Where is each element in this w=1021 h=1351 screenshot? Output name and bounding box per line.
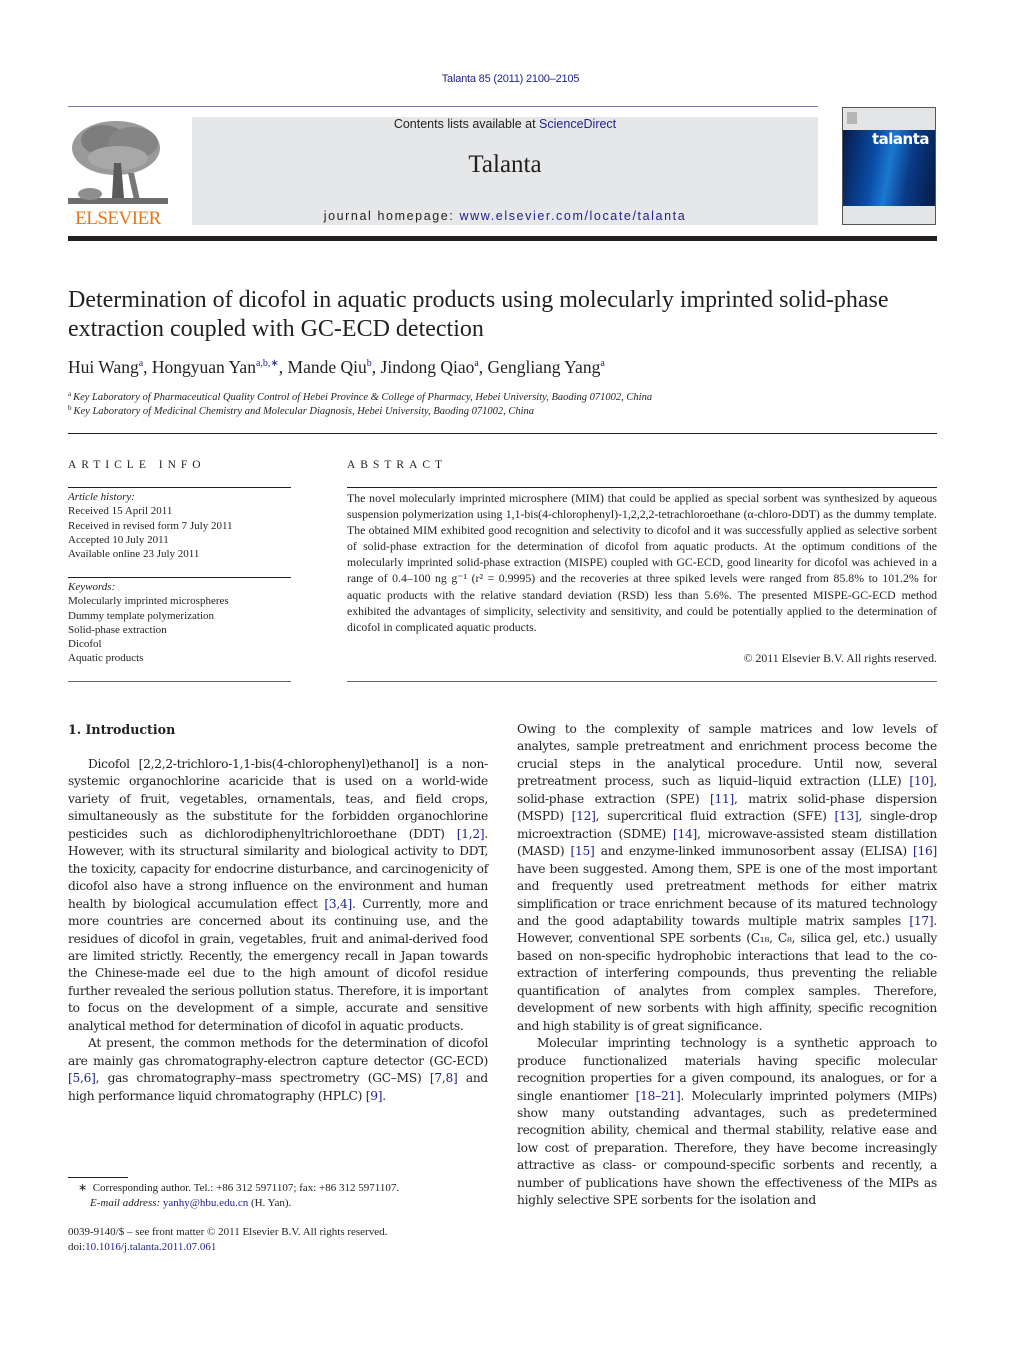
- section-heading: 1. Introduction: [68, 722, 176, 737]
- journal-name: Talanta: [468, 151, 542, 178]
- doi-link[interactable]: 10.1016/j.talanta.2011.07.061: [85, 1241, 216, 1253]
- article-history: Article history: Received 15 April 2011 …: [68, 490, 291, 561]
- corresponding-text: Corresponding author. Tel.: +86 312 5971…: [92, 1182, 400, 1194]
- citation-link[interactable]: [17]: [909, 914, 933, 928]
- issn-line: 0039-9140/$ – see front matter © 2011 El…: [68, 1226, 388, 1238]
- keywords-label: Keywords:: [68, 581, 116, 593]
- header-rule: [68, 106, 818, 107]
- author[interactable]: Hui Wanga,: [68, 357, 152, 377]
- paragraph: At present, the common methods for the d…: [68, 1035, 488, 1105]
- email-label: E-mail address:: [90, 1196, 161, 1209]
- paragraph-text: .: [382, 1088, 386, 1103]
- left-column: Dicofol [2,2,2-trichloro-1,1-bis(4-chlor…: [68, 756, 488, 1105]
- paragraph-text: . However, conventional SPE sorbents (C₁…: [517, 913, 937, 1033]
- paragraph-text: . Currently, more and more countries are…: [68, 896, 489, 1033]
- header-thick-rule: [68, 236, 937, 241]
- paragraph: Owing to the complexity of sample matric…: [517, 721, 937, 1035]
- divider: [347, 487, 937, 488]
- journal-cover[interactable]: talanta: [842, 107, 936, 225]
- keyword: Solid-phase extraction: [68, 623, 167, 636]
- abstract-heading: ABSTRACT: [347, 459, 448, 471]
- contents-line: Contents lists available at ScienceDirec…: [192, 117, 818, 131]
- author-list: Hui Wanga, Hongyuan Yana,b,∗, Mande Qiub…: [68, 357, 928, 378]
- citation-link[interactable]: [9]: [366, 1089, 383, 1103]
- cover-title: talanta: [871, 130, 930, 148]
- keyword: Dicofol: [68, 638, 102, 651]
- journal-homepage: journal homepage: www.elsevier.com/locat…: [192, 209, 818, 223]
- paragraph: Molecular imprinting technology is a syn…: [517, 1035, 937, 1210]
- email-suffix: (H. Yan).: [248, 1196, 292, 1209]
- email-link[interactable]: yanhy@hbu.edu.cn: [163, 1197, 248, 1209]
- author[interactable]: Gengliang Yanga: [488, 357, 605, 377]
- homepage-prefix: journal homepage:: [323, 209, 460, 223]
- right-column: Owing to the complexity of sample matric…: [517, 721, 937, 1210]
- publisher-name: ELSEVIER: [75, 208, 161, 229]
- keyword: Dummy template polymerization: [68, 609, 215, 622]
- divider: [68, 433, 937, 434]
- citation-link[interactable]: [1,2]: [457, 827, 485, 841]
- citation-link[interactable]: [14]: [673, 827, 697, 841]
- paragraph-text: and enzyme-linked immunosorbent assay (E…: [594, 844, 913, 859]
- doi-line: doi:10.1016/j.talanta.2011.07.061: [68, 1240, 508, 1255]
- author[interactable]: Hongyuan Yana,b,∗,: [152, 357, 288, 377]
- sciencedirect-link[interactable]: ScienceDirect: [539, 117, 616, 131]
- abstract-text: The novel molecularly imprinted microsph…: [347, 491, 937, 634]
- paragraph-text: Owing to the complexity of sample matric…: [517, 722, 937, 789]
- citation-link[interactable]: [10]: [909, 774, 933, 788]
- author[interactable]: Mande Qiub,: [288, 357, 381, 377]
- publisher-logo[interactable]: ELSEVIER: [68, 118, 168, 230]
- paragraph-text: . Molecularly imprinted polymers (MIPs) …: [517, 1088, 937, 1208]
- citation-link[interactable]: [12]: [572, 809, 596, 823]
- affiliation-b: b Key Laboratory of Medicinal Chemistry a…: [68, 404, 534, 417]
- paragraph: Dicofol [2,2,2-trichloro-1,1-bis(4-chlor…: [68, 756, 488, 1035]
- citation-link[interactable]: [16]: [913, 844, 937, 858]
- history-item: Received in revised form 7 July 2011: [68, 519, 233, 532]
- divider: [347, 681, 937, 682]
- paragraph-text: At present, the common methods for the d…: [68, 1036, 488, 1068]
- history-item: Available online 23 July 2011: [68, 548, 200, 561]
- citation-link[interactable]: [3,4]: [324, 897, 352, 911]
- corresponding-author-note: ∗ Corresponding author. Tel.: +86 312 59…: [68, 1181, 518, 1210]
- citation-link[interactable]: [11]: [710, 792, 734, 806]
- cover-publisher-icon: [847, 112, 857, 124]
- corresponding-mark: ∗: [78, 1182, 88, 1194]
- citation-link[interactable]: [15]: [571, 844, 595, 858]
- tree-logo-icon: [68, 118, 168, 208]
- paragraph-text: , supercritical fluid extraction (SFE): [595, 809, 835, 824]
- doi-prefix: doi:: [68, 1241, 86, 1253]
- affiliation-a: a Key Laboratory of Pharmaceutical Qualit…: [68, 390, 653, 403]
- citation-link[interactable]: [5,6]: [68, 1071, 96, 1085]
- divider: [68, 577, 291, 578]
- keyword: Molecularly imprinted microspheres: [68, 595, 229, 608]
- divider: [68, 681, 291, 682]
- article-info-heading: ARTICLE INFO: [68, 459, 206, 471]
- history-item: Accepted 10 July 2011: [68, 533, 169, 546]
- contents-prefix: Contents lists available at: [393, 117, 540, 131]
- history-item: Received 15 April 2011: [68, 505, 173, 518]
- author[interactable]: Jindong Qiaoa,: [381, 357, 488, 377]
- divider: [68, 487, 291, 488]
- paragraph-text: , gas chromatography–mass spectrometry (…: [95, 1071, 430, 1086]
- history-label: Article history:: [68, 491, 135, 503]
- footnote-rule: [68, 1177, 128, 1178]
- abstract-copyright: © 2011 Elsevier B.V. All rights reserved…: [743, 651, 937, 665]
- citation-link[interactable]: [7,8]: [430, 1071, 458, 1085]
- paragraph-text: have been suggested. Among them, SPE is …: [517, 861, 937, 928]
- citation-link[interactable]: [18–21]: [636, 1089, 681, 1103]
- journal-banner: Contents lists available at ScienceDirec…: [192, 117, 818, 225]
- keyword: Aquatic products: [68, 652, 144, 665]
- citation-link[interactable]: [13]: [834, 809, 858, 823]
- keywords: Keywords: Molecularly imprinted microsph…: [68, 580, 291, 666]
- article-title: Determination of dicofol in aquatic prod…: [68, 287, 889, 342]
- homepage-link[interactable]: www.elsevier.com/locate/talanta: [460, 209, 687, 223]
- paragraph-text: Dicofol [2,2,2-trichloro-1,1-bis(4-chlor…: [68, 757, 488, 841]
- journal-citation[interactable]: Talanta 85 (2011) 2100–2105: [0, 73, 1021, 85]
